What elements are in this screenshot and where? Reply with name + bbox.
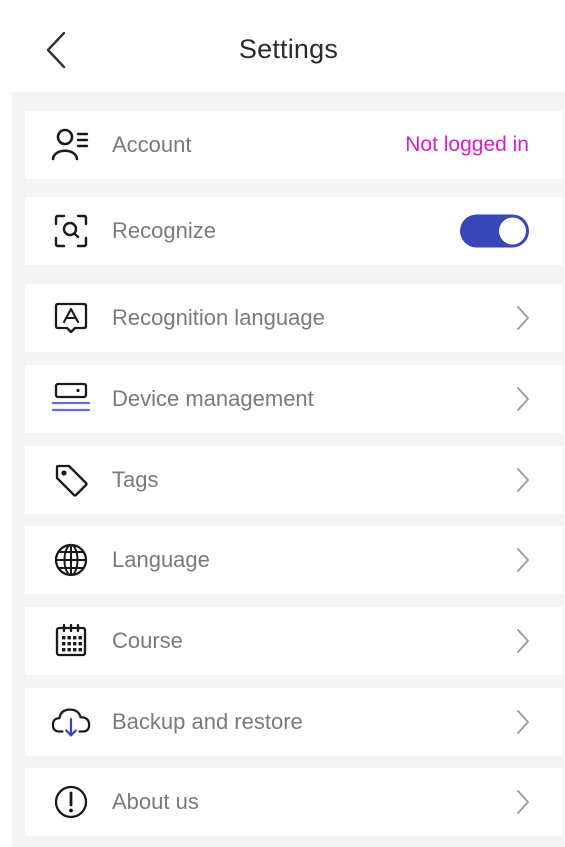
info-icon [51,782,91,822]
user-list-icon [51,125,91,165]
recognize-row: Recognize [25,197,563,265]
login-status[interactable]: Not logged in [405,133,529,157]
chevron-right-icon [513,465,533,495]
calendar-icon [51,621,91,661]
tag-icon [51,460,91,500]
device-management-icon [51,379,91,419]
tags-label: Tags [112,467,159,492]
chevron-right-icon [513,384,533,414]
about-us-label: About us [112,789,199,814]
language-row[interactable]: Language [25,526,563,594]
toggle-knob [499,217,526,245]
chevron-right-icon [513,707,533,737]
device-management-label: Device management [112,386,314,411]
tags-row[interactable]: Tags [25,446,563,514]
cloud-download-icon [51,702,91,742]
recognize-toggle[interactable] [460,214,529,248]
header-bar: Settings [12,0,565,92]
recognition-language-label: Recognition language [112,305,325,330]
chevron-right-icon [513,545,533,575]
chevron-right-icon [513,626,533,656]
device-management-row[interactable]: Device management [25,365,563,433]
chevron-right-icon [513,303,533,333]
account-row[interactable]: Account Not logged in [25,111,563,179]
recognition-language-row[interactable]: Recognition language [25,284,563,352]
language-label: Language [112,547,210,572]
account-label: Account [112,132,192,157]
backup-restore-label: Backup and restore [112,709,303,734]
backup-restore-row[interactable]: Backup and restore [25,688,563,756]
course-label: Course [112,628,183,653]
about-us-row[interactable]: About us [25,768,563,836]
page-title: Settings [238,34,339,64]
recognize-label: Recognize [112,218,216,243]
chevron-right-icon [513,787,533,817]
scan-search-icon [51,211,91,251]
globe-icon [51,540,91,580]
recognition-language-icon [51,298,91,338]
course-row[interactable]: Course [25,607,563,675]
